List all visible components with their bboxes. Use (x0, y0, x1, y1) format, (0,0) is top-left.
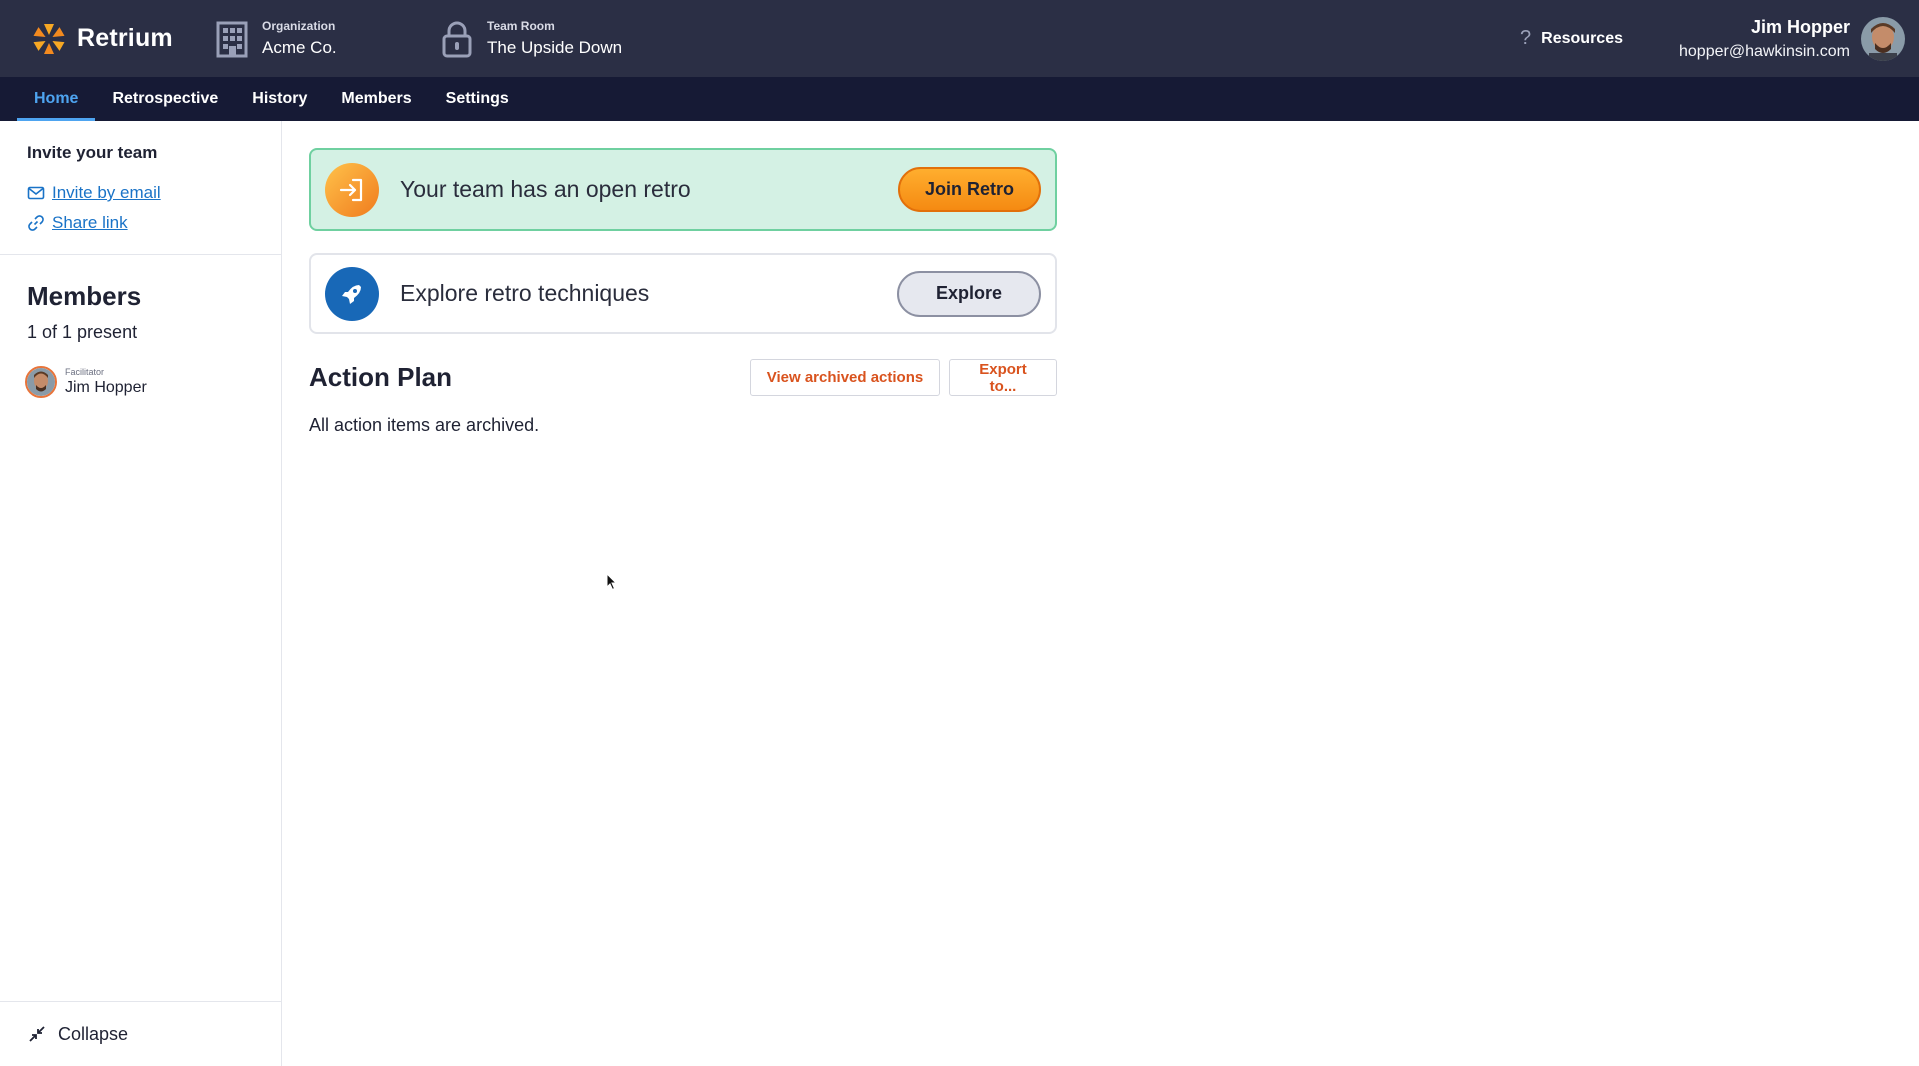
lock-icon (442, 21, 472, 57)
avatar (25, 366, 57, 398)
collapse-icon (29, 1026, 45, 1042)
join-retro-button[interactable]: Join Retro (898, 167, 1041, 212)
members-section: Members 1 of 1 present Facilitator Jim H… (0, 255, 281, 424)
members-title: Members (27, 281, 142, 311)
export-button[interactable]: Export to... (949, 359, 1057, 396)
open-retro-text: Your team has an open retro (400, 176, 691, 202)
collapse-button[interactable]: Collapse (0, 1001, 281, 1066)
user-menu[interactable]: Jim Hopper hopper@hawkinsin.com (1679, 16, 1905, 61)
top-header: Retrium Organization Acme Co. Team Room (0, 0, 1919, 77)
open-retro-banner: Your team has an open retro Join Retro (309, 148, 1057, 231)
invite-by-email-link[interactable]: Invite by email (27, 183, 254, 203)
invite-by-email-label: Invite by email (52, 183, 161, 202)
invite-section: Invite your team Invite by email Share l… (0, 121, 281, 255)
members-count: 1 of 1 present (27, 322, 138, 342)
member-role: Facilitator (65, 367, 105, 377)
link-icon (28, 215, 44, 231)
action-plan-empty-state: All action items are archived. (309, 415, 540, 435)
member-name: Jim Hopper (65, 379, 147, 396)
sidebar: Invite your team Invite by email Share l… (0, 121, 282, 1066)
tab-members[interactable]: Members (324, 77, 428, 121)
resources-link[interactable]: ? Resources (1520, 27, 1623, 50)
view-archived-actions-button[interactable]: View archived actions (750, 359, 940, 396)
building-icon (216, 21, 248, 57)
tab-retrospective[interactable]: Retrospective (95, 77, 235, 121)
organization-label: Organization (262, 19, 336, 33)
brand[interactable]: Retrium (31, 21, 211, 57)
explore-text: Explore retro techniques (400, 280, 650, 306)
organization-name: Acme Co. (262, 38, 337, 57)
mouse-cursor-icon (606, 573, 618, 591)
action-plan-title: Action Plan (309, 362, 453, 392)
action-plan-header: Action Plan View archived actions Export… (309, 359, 1057, 396)
share-link-label: Share link (52, 213, 128, 232)
list-item[interactable]: Facilitator Jim Hopper (25, 366, 254, 398)
organization-switcher[interactable]: Organization Acme Co. (215, 19, 440, 58)
invite-title: Invite your team (27, 143, 158, 162)
brand-name: Retrium (77, 24, 173, 52)
envelope-icon (27, 186, 45, 200)
explore-button[interactable]: Explore (897, 270, 1041, 317)
resources-label: Resources (1541, 29, 1623, 47)
team-room-name: The Upside Down (487, 38, 623, 57)
user-email: hopper@hawkinsin.com (1679, 42, 1850, 60)
explore-techniques-card: Explore retro techniques Explore (309, 253, 1057, 334)
retrium-logo-icon (33, 23, 65, 54)
tab-history[interactable]: History (235, 77, 324, 121)
tab-home[interactable]: Home (17, 77, 96, 121)
main-nav: Home Retrospective History Members Setti… (0, 77, 1919, 121)
collapse-label: Collapse (58, 1023, 129, 1044)
avatar[interactable] (1861, 16, 1905, 61)
main-content: Your team has an open retro Join Retro E… (309, 148, 1057, 436)
help-icon: ? (1520, 27, 1532, 49)
tab-settings[interactable]: Settings (429, 77, 526, 121)
enter-icon (325, 162, 379, 217)
user-name: Jim Hopper (1750, 16, 1850, 37)
team-room-label: Team Room (487, 19, 555, 33)
team-room-switcher[interactable]: Team Room The Upside Down (440, 19, 622, 58)
rocket-icon (325, 266, 379, 321)
share-link[interactable]: Share link (27, 213, 254, 233)
